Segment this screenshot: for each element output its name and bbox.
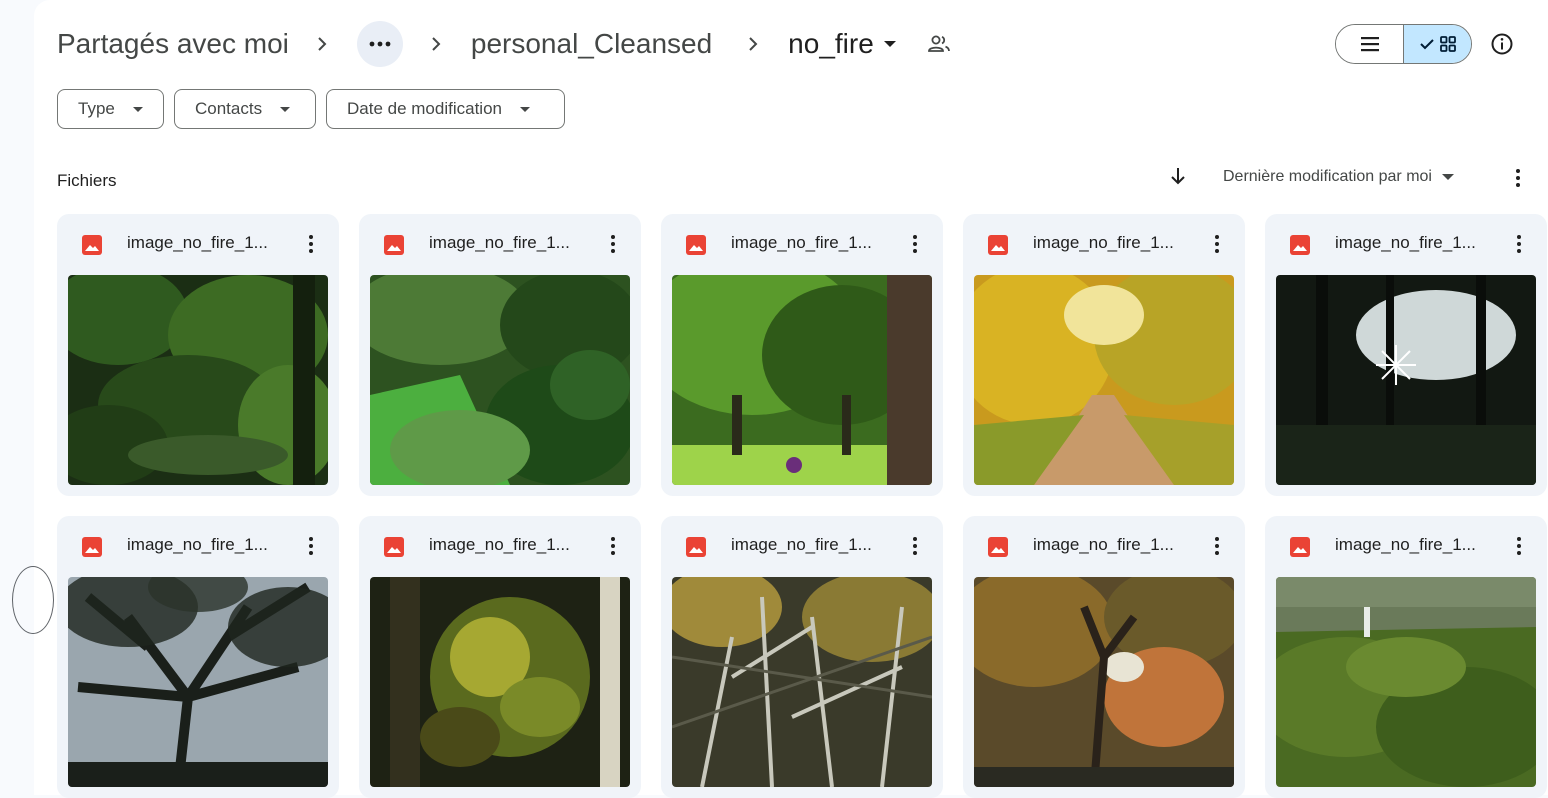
breadcrumb-more-button[interactable] bbox=[356, 21, 403, 67]
file-thumbnail[interactable] bbox=[370, 275, 630, 485]
sort-label: Dernière modification par moi bbox=[1223, 168, 1432, 185]
check-icon bbox=[1419, 39, 1434, 50]
sort-more-button[interactable] bbox=[1506, 166, 1530, 190]
filter-type-label: Type bbox=[78, 99, 115, 118]
image-file-icon bbox=[1290, 537, 1310, 557]
grid-view-button[interactable] bbox=[1403, 25, 1471, 63]
file-name: image_no_fire_1... bbox=[1335, 535, 1476, 554]
more-vert-icon bbox=[1215, 537, 1219, 555]
caret-down-icon bbox=[280, 106, 291, 112]
file-thumbnail[interactable] bbox=[68, 577, 328, 787]
info-button[interactable] bbox=[1486, 28, 1518, 60]
file-thumbnail[interactable] bbox=[672, 577, 932, 787]
list-icon bbox=[1360, 37, 1379, 52]
breadcrumb-folder[interactable]: personal_Cleansed bbox=[471, 28, 712, 60]
sort-direction-button[interactable] bbox=[1166, 164, 1190, 188]
chevron-right-icon bbox=[425, 33, 447, 55]
side-panel-handle[interactable] bbox=[12, 566, 54, 634]
filter-bar: Type Contacts Date de modification bbox=[57, 89, 565, 129]
more-vert-icon bbox=[1516, 169, 1520, 187]
more-vert-icon bbox=[611, 537, 615, 555]
more-vert-icon bbox=[913, 537, 917, 555]
more-vert-icon bbox=[1517, 537, 1521, 555]
file-name: image_no_fire_1... bbox=[429, 535, 570, 554]
image-file-icon bbox=[384, 537, 404, 557]
breadcrumb: Partagés avec moi personal_Cleansed no_f… bbox=[57, 18, 952, 70]
file-card[interactable]: image_no_fire_1... bbox=[963, 214, 1245, 496]
section-title: Fichiers bbox=[57, 171, 117, 190]
file-thumbnail[interactable] bbox=[974, 275, 1234, 485]
file-name: image_no_fire_1... bbox=[429, 233, 570, 252]
caret-down-icon bbox=[519, 106, 530, 112]
file-thumbnail[interactable] bbox=[68, 275, 328, 485]
image-file-icon bbox=[686, 235, 706, 255]
grid-icon bbox=[1439, 36, 1456, 52]
file-thumbnail[interactable] bbox=[1276, 275, 1536, 485]
file-more-button[interactable] bbox=[299, 534, 323, 558]
file-card[interactable]: image_no_fire_1... bbox=[1265, 516, 1547, 798]
file-card[interactable]: image_no_fire_1... bbox=[661, 214, 943, 496]
chevron-right-icon bbox=[311, 33, 333, 55]
file-more-button[interactable] bbox=[601, 232, 625, 256]
more-vert-icon bbox=[309, 235, 313, 253]
list-view-button[interactable] bbox=[1336, 25, 1403, 63]
file-card[interactable]: image_no_fire_1... bbox=[963, 516, 1245, 798]
file-name: image_no_fire_1... bbox=[1335, 233, 1476, 252]
more-vert-icon bbox=[309, 537, 313, 555]
image-file-icon bbox=[686, 537, 706, 557]
filter-contacts-chip[interactable]: Contacts bbox=[174, 89, 316, 129]
folder-menu-caret-icon[interactable] bbox=[883, 41, 896, 47]
file-name: image_no_fire_1... bbox=[731, 535, 872, 554]
breadcrumb-current-folder[interactable]: no_fire bbox=[788, 28, 874, 60]
more-vert-icon bbox=[611, 235, 615, 253]
chevron-right-icon bbox=[742, 33, 764, 55]
image-file-icon bbox=[988, 235, 1008, 255]
image-file-icon bbox=[82, 235, 102, 255]
file-thumbnail[interactable] bbox=[974, 577, 1234, 787]
filter-date-chip[interactable]: Date de modification bbox=[326, 89, 565, 129]
file-more-button[interactable] bbox=[1507, 232, 1531, 256]
more-horiz-icon bbox=[369, 41, 391, 47]
view-toggle bbox=[1335, 24, 1472, 64]
image-file-icon bbox=[1290, 235, 1310, 255]
file-card[interactable]: image_no_fire_1... bbox=[359, 516, 641, 798]
file-more-button[interactable] bbox=[1507, 534, 1531, 558]
drive-main-panel: Partagés avec moi personal_Cleansed no_f… bbox=[12, 0, 1548, 798]
image-file-icon bbox=[384, 235, 404, 255]
file-card[interactable]: image_no_fire_1... bbox=[57, 214, 339, 496]
file-card[interactable]: image_no_fire_1... bbox=[1265, 214, 1547, 496]
file-more-button[interactable] bbox=[601, 534, 625, 558]
file-card[interactable]: image_no_fire_1... bbox=[359, 214, 641, 496]
file-name: image_no_fire_1... bbox=[127, 233, 268, 252]
file-more-button[interactable] bbox=[903, 232, 927, 256]
sort-menu-button[interactable]: Dernière modification par moi bbox=[1223, 166, 1454, 188]
file-name: image_no_fire_1... bbox=[731, 233, 872, 252]
file-name: image_no_fire_1... bbox=[1033, 535, 1174, 554]
file-more-button[interactable] bbox=[299, 232, 323, 256]
file-thumbnail[interactable] bbox=[370, 577, 630, 787]
more-vert-icon bbox=[1517, 235, 1521, 253]
more-vert-icon bbox=[1215, 235, 1219, 253]
file-name: image_no_fire_1... bbox=[127, 535, 268, 554]
file-thumbnail[interactable] bbox=[672, 275, 932, 485]
file-name: image_no_fire_1... bbox=[1033, 233, 1174, 252]
arrow-down-icon bbox=[1171, 168, 1185, 185]
file-thumbnail[interactable] bbox=[1276, 577, 1536, 787]
file-more-button[interactable] bbox=[1205, 534, 1229, 558]
breadcrumb-root[interactable]: Partagés avec moi bbox=[57, 28, 289, 60]
image-file-icon bbox=[988, 537, 1008, 557]
file-more-button[interactable] bbox=[1205, 232, 1229, 256]
image-file-icon bbox=[82, 537, 102, 557]
file-card[interactable]: image_no_fire_1... bbox=[661, 516, 943, 798]
caret-down-icon bbox=[1441, 174, 1454, 180]
shared-people-icon[interactable] bbox=[926, 31, 952, 57]
filter-type-chip[interactable]: Type bbox=[57, 89, 164, 129]
filter-date-label: Date de modification bbox=[347, 99, 502, 118]
caret-down-icon bbox=[132, 106, 143, 112]
more-vert-icon bbox=[913, 235, 917, 253]
file-more-button[interactable] bbox=[903, 534, 927, 558]
info-icon bbox=[1491, 33, 1513, 55]
file-card[interactable]: image_no_fire_1... bbox=[57, 516, 339, 798]
filter-contacts-label: Contacts bbox=[195, 99, 263, 118]
